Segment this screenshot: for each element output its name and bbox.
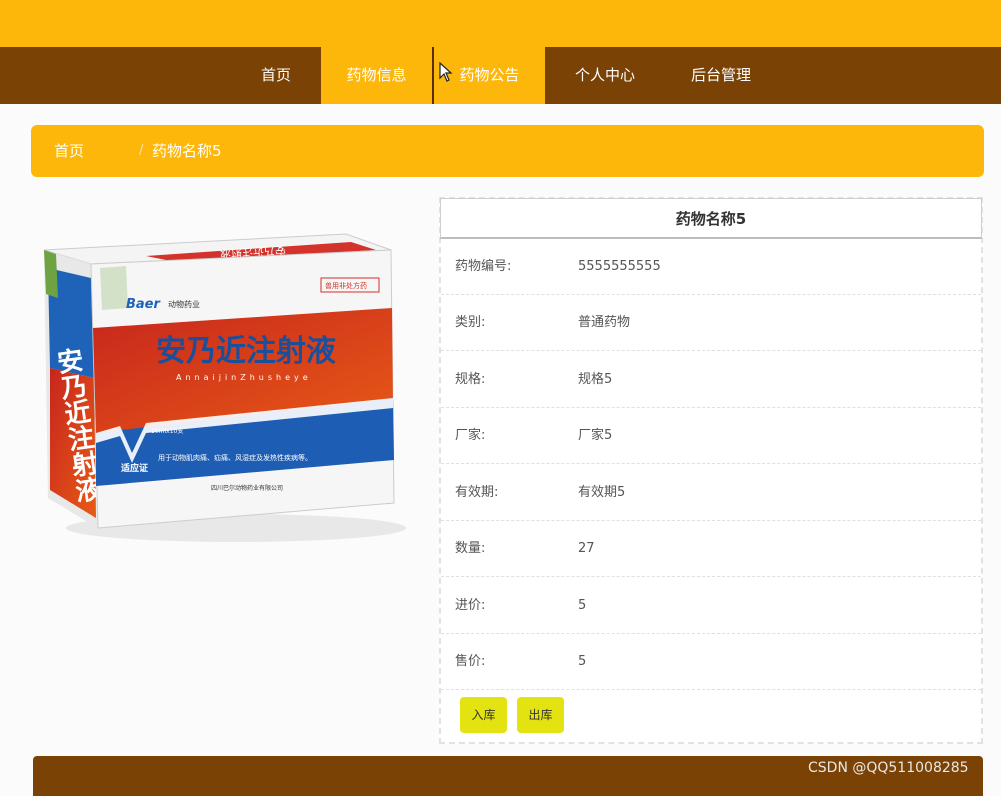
box-manufacturer: 四川巴尔动物药业有限公司 [211, 484, 283, 492]
field-value: 有效期5 [578, 485, 626, 500]
field-label: 药物编号: [455, 259, 512, 274]
field-row-sale-price: 售价: 5 [441, 634, 981, 690]
field-label: 厂家: [455, 428, 486, 443]
indication-label: 适应证 [121, 462, 148, 474]
otc-tag: 兽用非处方药 [325, 281, 367, 290]
field-label: 规格: [455, 372, 486, 387]
field-value: 规格5 [578, 372, 613, 387]
breadcrumb-separator: / [139, 143, 144, 158]
field-value: 5555555555 [578, 259, 661, 274]
field-row-spec: 规格: 规格5 [441, 352, 981, 408]
breadcrumb: 首页 / 药物名称5 [31, 125, 984, 177]
field-value: 27 [578, 541, 595, 556]
nav-personal-center[interactable]: 个人中心 [560, 47, 650, 104]
mouse-cursor-icon [439, 62, 453, 82]
product-image: 安乃近注射液 安乃近注射液 Baer 动物药业 兽用非处方药 安乃近注射液 An… [43, 233, 406, 542]
field-label: 数量: [455, 541, 486, 556]
field-label: 售价: [455, 654, 486, 669]
watermark: CSDN @QQ511008285 [808, 760, 969, 776]
stock-in-button[interactable]: 入库 [460, 697, 507, 733]
box-spec: 10mlx10支 [151, 427, 183, 435]
top-header-bar [0, 0, 1001, 47]
breadcrumb-home[interactable]: 首页 [54, 125, 84, 177]
indication-text: 用于动物肌肉痛、疝痛、风湿症及发热性疾病等。 [158, 453, 312, 462]
nav-admin[interactable]: 后台管理 [676, 47, 766, 104]
box-title: 安乃近注射液 [156, 334, 336, 369]
field-value: 厂家5 [578, 428, 613, 443]
nav-home[interactable]: 首页 [246, 47, 306, 104]
field-row-drug-number: 药物编号: 5555555555 [441, 239, 981, 295]
field-row-expiry: 有效期: 有效期5 [441, 465, 981, 521]
stock-out-button[interactable]: 出库 [517, 697, 564, 733]
field-value: 普通药物 [578, 315, 631, 330]
field-label: 进价: [455, 598, 486, 613]
box-pinyin: AnnaijinZhusheye [176, 373, 312, 382]
field-label: 类别: [455, 315, 486, 330]
nav-drug-info[interactable]: 药物信息 [321, 47, 432, 104]
breadcrumb-current: 药物名称5 [152, 142, 222, 160]
field-value: 5 [578, 654, 587, 669]
field-row-manufacturer: 厂家: 厂家5 [441, 408, 981, 464]
brand-cn: 动物药业 [168, 299, 200, 309]
field-row-category: 类别: 普通药物 [441, 295, 981, 351]
brand-logo: Baer [126, 297, 161, 312]
field-label: 有效期: [455, 485, 499, 500]
field-row-quantity: 数量: 27 [441, 521, 981, 577]
field-row-cost-price: 进价: 5 [441, 578, 981, 634]
field-value: 5 [578, 598, 587, 613]
product-title: 药物名称5 [440, 198, 982, 239]
